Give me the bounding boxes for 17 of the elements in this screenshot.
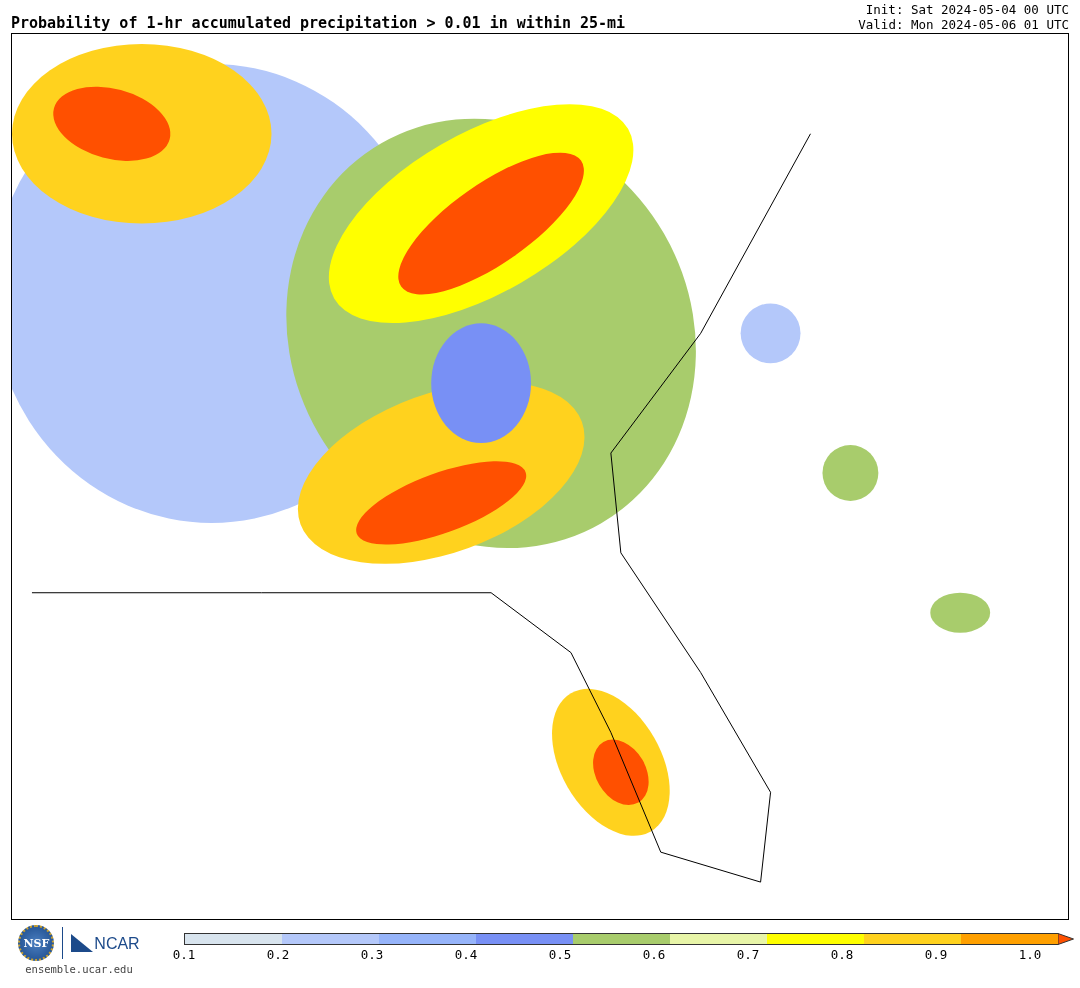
colorbar-tick-label: 0.5 [547, 947, 573, 962]
colorbar-tick-label: 0.1 [171, 947, 197, 962]
colorbar-tick-label: 0.6 [641, 947, 667, 962]
colorbar-tick-label: 0.2 [265, 947, 291, 962]
ncar-logo: NCAR [94, 936, 140, 952]
triangle-icon [71, 934, 94, 952]
colorbar-tick-label: 1.0 [1017, 947, 1043, 962]
colorbar-tick-label: 0.8 [829, 947, 855, 962]
colorbar-tick-label: 0.9 [923, 947, 949, 962]
valid-time: Valid: Mon 2024-05-06 01 UTC [858, 17, 1069, 32]
colorbar-tick-label: 0.3 [359, 947, 385, 962]
colorbar-tick-label: 0.7 [735, 947, 761, 962]
init-time: Init: Sat 2024-05-04 00 UTC [865, 2, 1069, 17]
nsf-logo: NSF [18, 925, 55, 961]
colorbar-tick-label: 0.4 [453, 947, 479, 962]
chart-title: Probability of 1-hr accumulated precipitation > 0.01 in within 25-mi [11, 14, 626, 32]
site-url: ensemble.ucar.edu [25, 963, 133, 975]
